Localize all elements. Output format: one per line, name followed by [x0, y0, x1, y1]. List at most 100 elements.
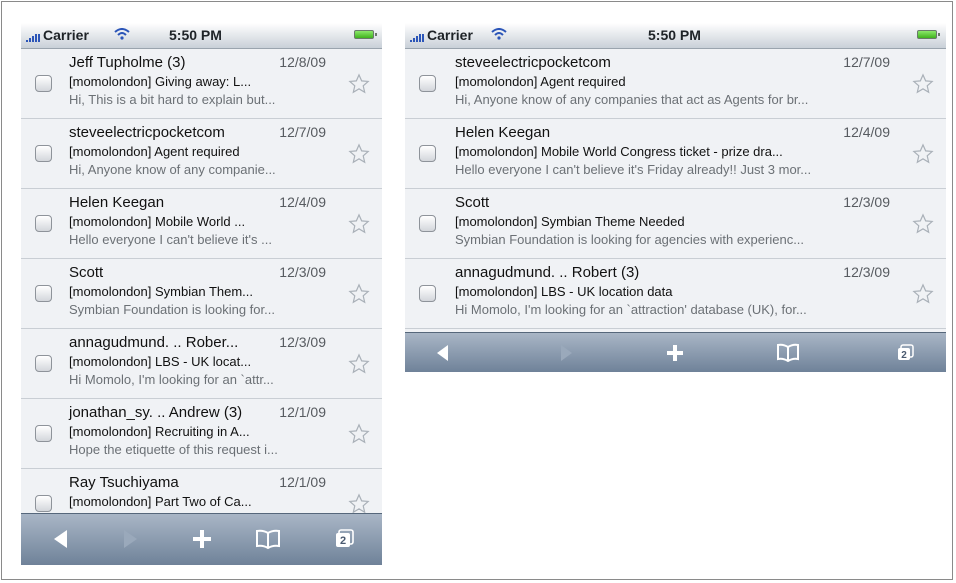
star-icon[interactable]: [912, 213, 934, 235]
message-date: 12/3/09: [279, 334, 326, 350]
message-date: 12/7/09: [843, 54, 890, 70]
status-time: 5:50 PM: [648, 27, 701, 43]
message-date: 12/3/09: [843, 194, 890, 210]
message-sender: Scott: [69, 264, 104, 281]
carrier-label: Carrier: [427, 27, 473, 43]
select-checkbox[interactable]: [35, 75, 52, 92]
message-date: 12/3/09: [843, 264, 890, 280]
status-time: 5:50 PM: [169, 27, 222, 43]
star-icon[interactable]: [912, 73, 934, 95]
message-subject: [momolondon] LBS - UK locat...: [69, 354, 252, 369]
message-preview: Symbian Foundation is looking for...: [69, 302, 275, 317]
battery-icon: [354, 30, 377, 39]
star-icon[interactable]: [348, 283, 370, 305]
status-bar: Carrier 5:50 PM: [21, 23, 382, 49]
message-preview: Hi, This is a bit hard to explain but...: [69, 92, 276, 107]
list-item[interactable]: annagudmund. .. Rober... 12/3/09 [momolo…: [21, 329, 382, 399]
select-checkbox[interactable]: [35, 355, 52, 372]
star-icon[interactable]: [348, 423, 370, 445]
forward-arrow-icon[interactable]: [120, 528, 140, 550]
list-item[interactable]: annagudmund. .. Robert (3) 12/3/09 [momo…: [405, 259, 946, 329]
message-sender: Jeff Tupholme (3): [69, 54, 186, 71]
star-icon[interactable]: [912, 143, 934, 165]
select-checkbox[interactable]: [419, 285, 436, 302]
message-preview: Hi Momolo, I'm looking for an `attr...: [69, 372, 274, 387]
message-subject: [momolondon] Agent required: [69, 144, 240, 159]
forward-arrow-icon[interactable]: [557, 343, 575, 363]
browser-toolbar: 2: [21, 513, 382, 565]
message-date: 12/4/09: [843, 124, 890, 140]
message-sender: annagudmund. .. Rober...: [69, 334, 239, 351]
select-checkbox[interactable]: [419, 215, 436, 232]
list-item[interactable]: steveelectricpocketcom 12/7/09 [momolond…: [21, 119, 382, 189]
list-item[interactable]: jonathan_sy. .. Andrew (3) 12/1/09 [momo…: [21, 399, 382, 469]
message-subject: [momolondon] Agent required: [455, 74, 626, 89]
select-checkbox[interactable]: [35, 285, 52, 302]
browser-toolbar: 2: [405, 332, 946, 372]
message-subject: [momolondon] Part Two of Ca...: [69, 494, 252, 509]
message-date: 12/3/09: [279, 264, 326, 280]
list-item[interactable]: Scott 12/3/09 [momolondon] Symbian Them.…: [21, 259, 382, 329]
carrier-label: Carrier: [43, 27, 89, 43]
message-date: 12/4/09: [279, 194, 326, 210]
message-date: 12/1/09: [279, 474, 326, 490]
signal-bars-icon: [26, 34, 42, 42]
message-preview: Hello everyone I can't believe it's Frid…: [455, 162, 812, 177]
list-item[interactable]: Scott 12/3/09 [momolondon] Symbian Theme…: [405, 189, 946, 259]
select-checkbox[interactable]: [35, 425, 52, 442]
star-icon[interactable]: [348, 73, 370, 95]
message-list[interactable]: Jeff Tupholme (3) 12/8/09 [momolondon] G…: [21, 49, 382, 513]
book-icon[interactable]: [776, 343, 800, 363]
message-date: 12/8/09: [279, 54, 326, 70]
message-subject: [momolondon] Giving away: L...: [69, 74, 252, 89]
message-preview: Hi Momolo, I'm looking for an `attractio…: [455, 302, 807, 317]
phone-screen-landscape: Carrier 5:50 PM steveelectricpocketcom 1…: [405, 23, 946, 384]
message-list[interactable]: steveelectricpocketcom 12/7/09 [momolond…: [405, 49, 946, 332]
list-item[interactable]: Helen Keegan 12/4/09 [momolondon] Mobile…: [405, 119, 946, 189]
message-sender: jonathan_sy. .. Andrew (3): [69, 404, 243, 421]
message-preview: Hi, Anyone know of any companies that ac…: [455, 92, 809, 107]
wifi-icon: [114, 28, 130, 40]
battery-icon: [917, 30, 940, 39]
star-icon[interactable]: [348, 353, 370, 375]
message-subject: [momolondon] LBS - UK location data: [455, 284, 673, 299]
select-checkbox[interactable]: [419, 75, 436, 92]
message-preview: Hello everyone I can't believe it's ...: [69, 232, 272, 247]
select-checkbox[interactable]: [35, 215, 52, 232]
pages-count: 2: [901, 350, 907, 361]
message-preview: Hope the etiquette of this request i...: [69, 442, 278, 457]
status-bar: Carrier 5:50 PM: [405, 23, 946, 49]
message-date: 12/1/09: [279, 404, 326, 420]
message-sender: steveelectricpocketcom: [455, 54, 611, 71]
wifi-icon: [491, 28, 507, 40]
signal-bars-icon: [410, 34, 426, 42]
back-arrow-icon[interactable]: [51, 528, 71, 550]
message-sender: steveelectricpocketcom: [69, 124, 225, 141]
message-sender: Helen Keegan: [69, 194, 165, 211]
select-checkbox[interactable]: [35, 495, 52, 512]
list-item[interactable]: Jeff Tupholme (3) 12/8/09 [momolondon] G…: [21, 49, 382, 119]
pages-icon[interactable]: 2: [896, 343, 916, 363]
star-icon[interactable]: [348, 493, 370, 513]
book-icon[interactable]: [255, 528, 281, 550]
message-subject: [momolondon] Recruiting in A...: [69, 424, 250, 439]
star-icon[interactable]: [912, 283, 934, 305]
pages-icon[interactable]: 2: [334, 528, 356, 550]
message-date: 12/7/09: [279, 124, 326, 140]
list-item[interactable]: Ray Tsuchiyama 12/1/09 [momolondon] Part…: [21, 469, 382, 513]
pages-count: 2: [340, 535, 346, 547]
select-checkbox[interactable]: [35, 145, 52, 162]
message-preview: Hi, Anyone know of any companie...: [69, 162, 276, 177]
plus-icon[interactable]: [191, 528, 213, 550]
star-icon[interactable]: [348, 143, 370, 165]
message-sender: annagudmund. .. Robert (3): [455, 264, 640, 281]
message-subject: [momolondon] Symbian Them...: [69, 284, 254, 299]
select-checkbox[interactable]: [419, 145, 436, 162]
plus-icon[interactable]: [665, 343, 685, 363]
star-icon[interactable]: [348, 213, 370, 235]
phone-screen-portrait: Carrier 5:50 PM Jeff Tupholme (3) 12/8/0…: [21, 23, 382, 565]
list-item[interactable]: Helen Keegan 12/4/09 [momolondon] Mobile…: [21, 189, 382, 259]
message-sender: Ray Tsuchiyama: [69, 474, 179, 491]
back-arrow-icon[interactable]: [434, 343, 452, 363]
list-item[interactable]: steveelectricpocketcom 12/7/09 [momolond…: [405, 49, 946, 119]
